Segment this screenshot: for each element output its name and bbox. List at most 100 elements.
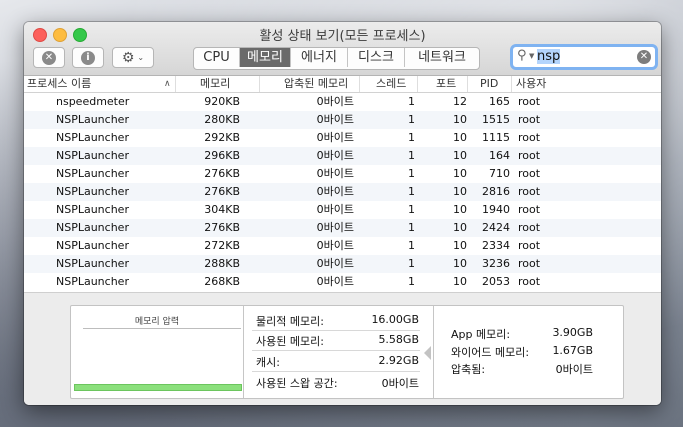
column-memory[interactable]: 메모리 [176,76,260,92]
cache-label: 캐시: [256,356,280,369]
chevron-down-icon: ⌄ [137,53,145,62]
cell-threads: 1 [408,275,415,288]
cell-compressed: 0바이트 [316,149,354,162]
cell-compressed: 0바이트 [316,185,354,198]
table-row[interactable]: NSPLauncher 296KB 0바이트 1 10 164 root [24,147,661,165]
wired-memory-label: 와이어드 메모리: [451,346,530,359]
cell-user: root [518,221,541,234]
memory-summary-panel: 메모리 압력 물리적 메모리: 16.00GB 사용된 메모리: 5.58GB … [70,305,624,399]
cell-memory: 276KB [204,167,240,180]
tab-disk[interactable]: 디스크 [348,48,405,67]
cell-user: root [518,149,541,162]
column-threads[interactable]: 스레드 [360,76,418,92]
cell-pid: 164 [489,149,510,162]
cell-pid: 1115 [482,131,510,144]
cell-name: nspeedmeter [56,95,130,108]
cell-pid: 2816 [482,185,510,198]
table-header: 프로세스 이름 ∧ 메모리 압축된 메모리 스레드 포트 PID 사용자 [24,76,661,93]
column-process-name[interactable]: 프로세스 이름 ∧ [24,76,176,92]
cell-name: NSPLauncher [56,221,129,234]
cell-threads: 1 [408,113,415,126]
cell-threads: 1 [408,149,415,162]
swap-used-value: 0바이트 [381,377,419,390]
column-compressed-memory[interactable]: 압축된 메모리 [260,76,360,92]
search-options-chevron-icon[interactable]: ▼ [529,52,534,60]
cell-compressed: 0바이트 [316,167,354,180]
clear-search-icon[interactable]: ✕ [637,50,651,64]
cell-name: NSPLauncher [56,257,129,270]
cell-name: NSPLauncher [56,203,129,216]
divider [252,350,420,351]
table-row[interactable]: NSPLauncher 272KB 0바이트 1 10 2334 root [24,237,661,255]
divider [252,371,420,372]
cell-ports: 10 [453,167,467,180]
cell-name: NSPLauncher [56,113,129,126]
titlebar: 활성 상태 보기(모든 프로세스) ✕ i ⚙ ⌄ CPU 메모리 에너지 디스… [24,22,661,76]
inspect-process-button[interactable]: i [72,47,104,68]
table-row[interactable]: NSPLauncher 268KB 0바이트 1 10 2053 root [24,273,661,291]
table-row[interactable]: NSPLauncher 288KB 0바이트 1 10 3236 root [24,255,661,273]
cell-name: NSPLauncher [56,131,129,144]
table-row[interactable]: NSPLauncher 304KB 0바이트 1 10 1940 root [24,201,661,219]
cell-pid: 3236 [482,257,510,270]
cell-name: NSPLauncher [56,239,129,252]
wired-memory-value: 1.67GB [552,344,593,357]
table-row[interactable]: NSPLauncher 276KB 0바이트 1 10 710 root [24,165,661,183]
cell-name: NSPLauncher [56,185,129,198]
cell-pid: 2334 [482,239,510,252]
cell-name: NSPLauncher [56,167,129,180]
cell-compressed: 0바이트 [316,131,354,144]
cell-threads: 1 [408,185,415,198]
table-row[interactable]: NSPLauncher 292KB 0바이트 1 10 1115 root [24,129,661,147]
stop-process-button[interactable]: ✕ [33,47,65,68]
tab-memory[interactable]: 메모리 [240,48,291,67]
cell-compressed: 0바이트 [316,221,354,234]
used-memory-value: 5.58GB [378,333,419,346]
cell-memory: 268KB [204,275,240,288]
cell-user: root [518,239,541,252]
cell-user: root [518,167,541,180]
table-row[interactable]: NSPLauncher 276KB 0바이트 1 10 2424 root [24,219,661,237]
tab-network[interactable]: 네트워크 [405,48,479,67]
cell-user: root [518,95,541,108]
table-row[interactable]: NSPLauncher 280KB 0바이트 1 10 1515 root [24,111,661,129]
divider [252,330,420,331]
cell-ports: 10 [453,203,467,216]
cell-pid: 165 [489,95,510,108]
cell-user: root [518,257,541,270]
search-field[interactable]: ⚲ ▼ nsp ✕ [510,44,658,70]
cell-memory: 280KB [204,113,240,126]
cell-compressed: 0바이트 [316,113,354,126]
cell-user: root [518,185,541,198]
column-ports[interactable]: 포트 [418,76,468,92]
action-menu-button[interactable]: ⚙ ⌄ [112,47,154,68]
tab-cpu[interactable]: CPU [194,48,240,67]
cell-compressed: 0바이트 [316,239,354,252]
column-pid[interactable]: PID [468,76,512,92]
used-memory-label: 사용된 메모리: [256,335,324,348]
cell-memory: 288KB [204,257,240,270]
cell-threads: 1 [408,221,415,234]
panel-pointer [424,346,431,360]
search-input[interactable]: nsp [537,49,561,64]
table-row[interactable]: NSPLauncher 276KB 0바이트 1 10 2816 root [24,183,661,201]
table-row[interactable]: nspeedmeter 920KB 0바이트 1 12 165 root [24,93,661,111]
cell-threads: 1 [408,131,415,144]
memory-pressure-bar [74,384,242,391]
cell-user: root [518,113,541,126]
tab-energy[interactable]: 에너지 [291,48,348,67]
divider [243,306,244,398]
memory-pressure-graph [83,328,241,329]
info-icon: i [81,50,95,65]
cell-ports: 10 [453,239,467,252]
cell-ports: 10 [453,185,467,198]
column-user[interactable]: 사용자 [512,76,661,92]
cell-threads: 1 [408,239,415,252]
cell-memory: 304KB [204,203,240,216]
cell-compressed: 0바이트 [316,275,354,288]
gear-icon: ⚙ [121,49,135,66]
cell-memory: 272KB [204,239,240,252]
cell-ports: 10 [453,275,467,288]
cell-memory: 276KB [204,185,240,198]
app-memory-label: App 메모리: [451,328,511,341]
